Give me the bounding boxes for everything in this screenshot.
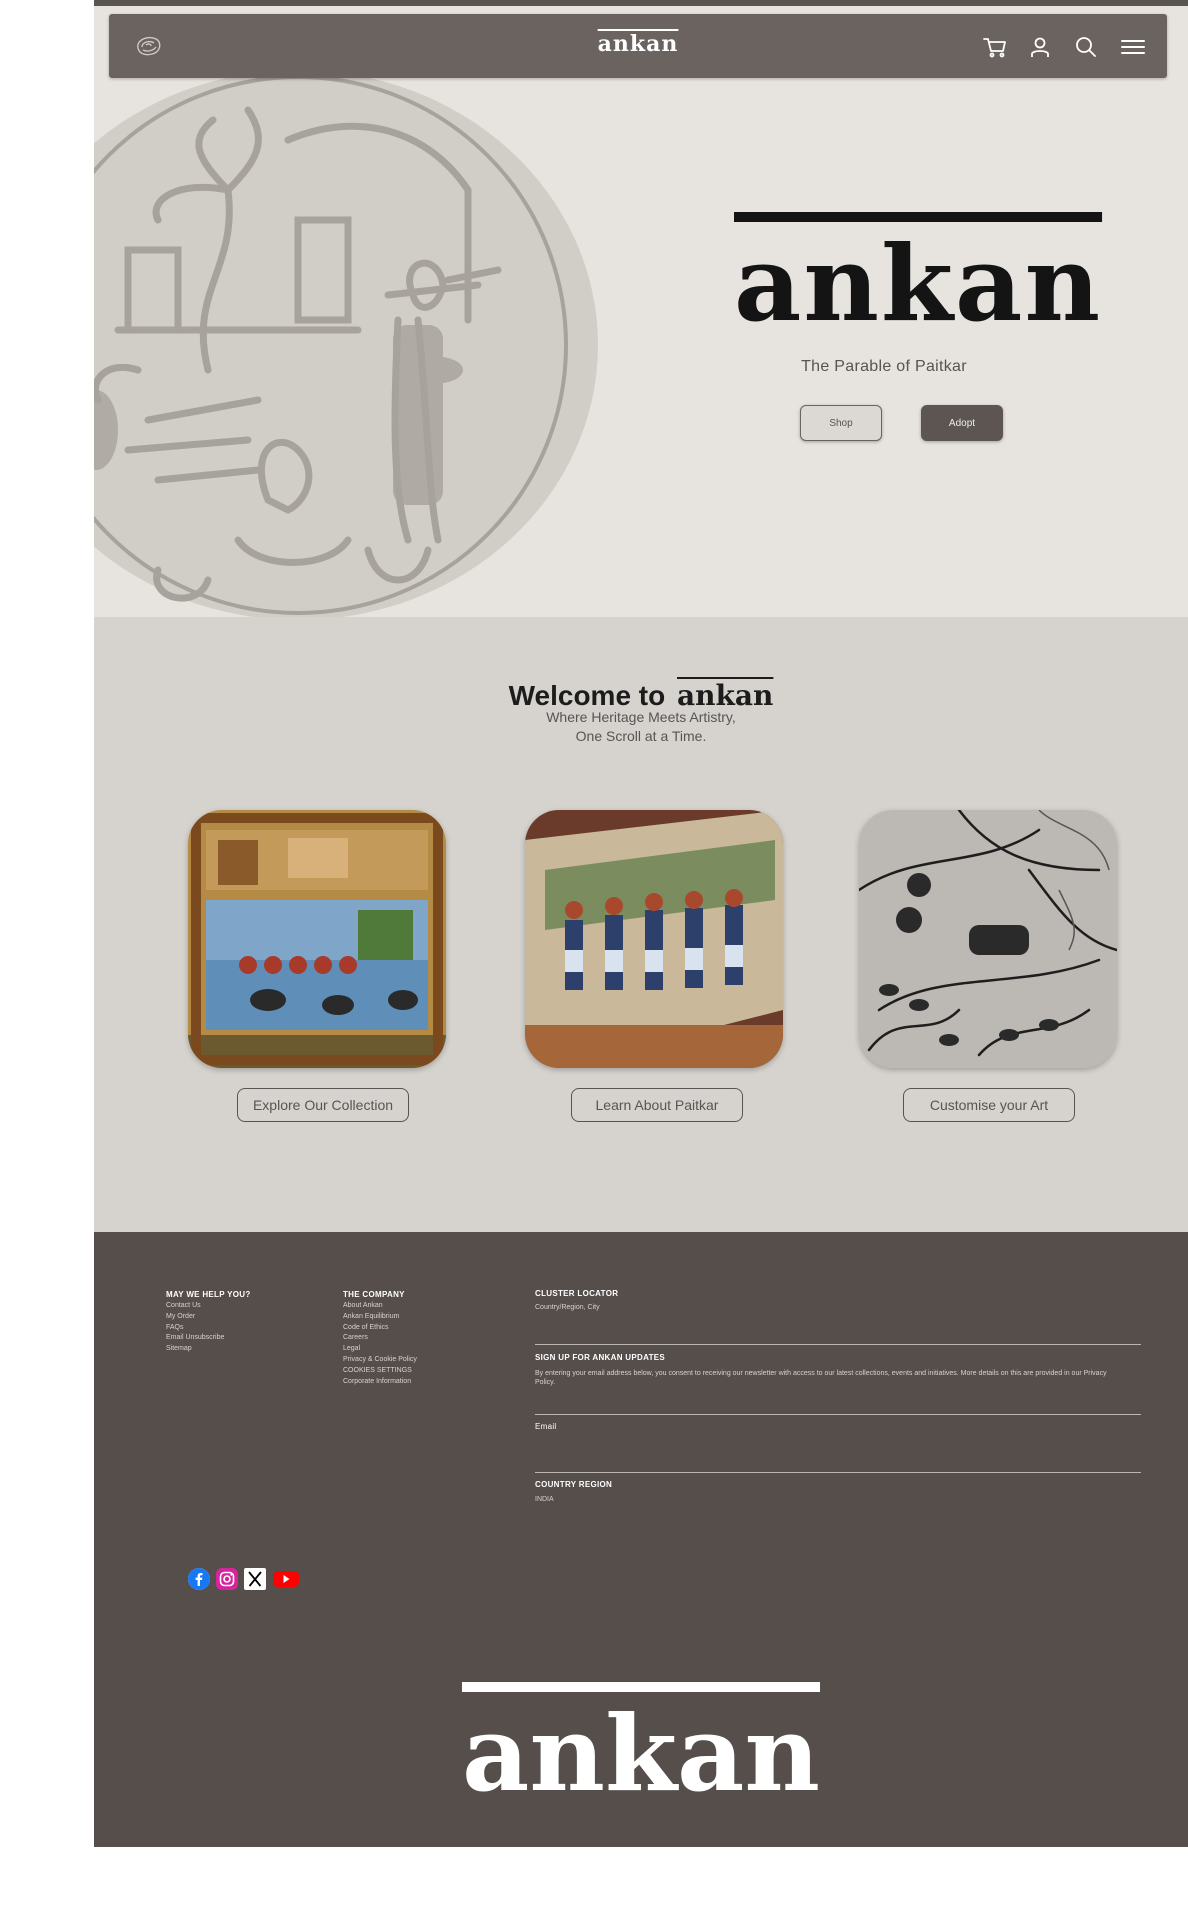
footer: MAY WE HELP YOU? Contact Us My Order FAQ…	[94, 1232, 1188, 1847]
learn-paitkar-button[interactable]: Learn About Paitkar	[571, 1088, 743, 1122]
email-field[interactable]	[535, 1472, 1141, 1473]
company-link-legal[interactable]: Legal	[343, 1344, 417, 1355]
signup-heading: SIGN UP FOR ANKAN UPDATES	[535, 1353, 666, 1362]
help-link-order[interactable]: My Order	[166, 1312, 224, 1323]
signup-divider	[535, 1414, 1141, 1415]
cart-icon[interactable]	[982, 34, 1008, 60]
facebook-icon[interactable]	[188, 1568, 210, 1590]
page-frame: ankan ankan The Parable of Paitkar Shop	[94, 0, 1188, 1847]
x-icon[interactable]	[244, 1568, 266, 1590]
collection-card-image[interactable]	[188, 810, 446, 1068]
search-icon[interactable]	[1073, 34, 1099, 60]
paitkar-card-image[interactable]	[525, 810, 783, 1068]
company-link-corporate[interactable]: Corporate Information	[343, 1377, 417, 1388]
company-links: About Ankan Ankan Equilibrium Code of Et…	[343, 1301, 417, 1387]
email-label: Email	[535, 1422, 557, 1431]
hero-brand-logo: ankan	[734, 222, 1103, 345]
company-heading: THE COMPANY	[343, 1290, 405, 1299]
welcome-title-prefix: Welcome to	[508, 680, 666, 711]
cluster-underline	[535, 1344, 1141, 1345]
help-link-sitemap[interactable]: Sitemap	[166, 1344, 224, 1355]
company-link-careers[interactable]: Careers	[343, 1333, 417, 1344]
shop-button[interactable]: Shop	[800, 405, 882, 441]
help-links: Contact Us My Order FAQs Email Unsubscri…	[166, 1301, 224, 1355]
country-heading: COUNTRY REGION	[535, 1480, 613, 1489]
user-icon[interactable]	[1027, 34, 1053, 60]
company-link-equilibrium[interactable]: Ankan Equilibrium	[343, 1312, 417, 1323]
explore-collection-button[interactable]: Explore Our Collection	[237, 1088, 409, 1122]
company-link-ethics[interactable]: Code of Ethics	[343, 1323, 417, 1334]
youtube-icon[interactable]	[272, 1568, 300, 1590]
nav-brand-logo[interactable]: ankan	[109, 31, 1167, 57]
top-border	[94, 0, 1188, 6]
welcome-subtitle-line2: One Scroll at a Time.	[575, 728, 707, 744]
customise-art-button[interactable]: Customise your Art	[903, 1088, 1075, 1122]
cluster-heading: CLUSTER LOCATOR	[535, 1289, 619, 1298]
hero-illustration	[94, 75, 568, 615]
help-link-contact[interactable]: Contact Us	[166, 1301, 224, 1312]
top-navbar: ankan	[109, 14, 1167, 78]
adopt-button[interactable]: Adopt	[921, 405, 1003, 441]
company-link-cookies[interactable]: COOKIES SETTINGS	[343, 1366, 417, 1377]
hero-tagline: The Parable of Paitkar	[801, 358, 967, 375]
help-link-faqs[interactable]: FAQs	[166, 1323, 224, 1334]
footer-brand-logo: ankan	[461, 1692, 821, 1815]
welcome-brand-logo: ankan	[677, 679, 774, 712]
signup-text: By entering your email address below, yo…	[535, 1370, 1107, 1386]
welcome-subtitle-line1: Where Heritage Meets Artistry,	[546, 709, 736, 725]
help-link-unsubscribe[interactable]: Email Unsubscribe	[166, 1333, 224, 1344]
company-link-about[interactable]: About Ankan	[343, 1301, 417, 1312]
customise-card-image[interactable]	[859, 810, 1117, 1068]
cluster-value[interactable]: Country/Region, City	[535, 1304, 600, 1311]
country-value[interactable]: INDIA	[535, 1496, 554, 1503]
instagram-icon[interactable]	[216, 1568, 238, 1590]
social-links	[188, 1568, 300, 1590]
company-link-privacy[interactable]: Privacy & Cookie Policy	[343, 1355, 417, 1366]
help-heading: MAY WE HELP YOU?	[166, 1290, 251, 1299]
welcome-title: Welcome to ankan	[94, 679, 1188, 712]
welcome-section: Welcome to ankan Where Heritage Meets Ar…	[94, 617, 1188, 1232]
menu-icon[interactable]	[1119, 34, 1147, 60]
